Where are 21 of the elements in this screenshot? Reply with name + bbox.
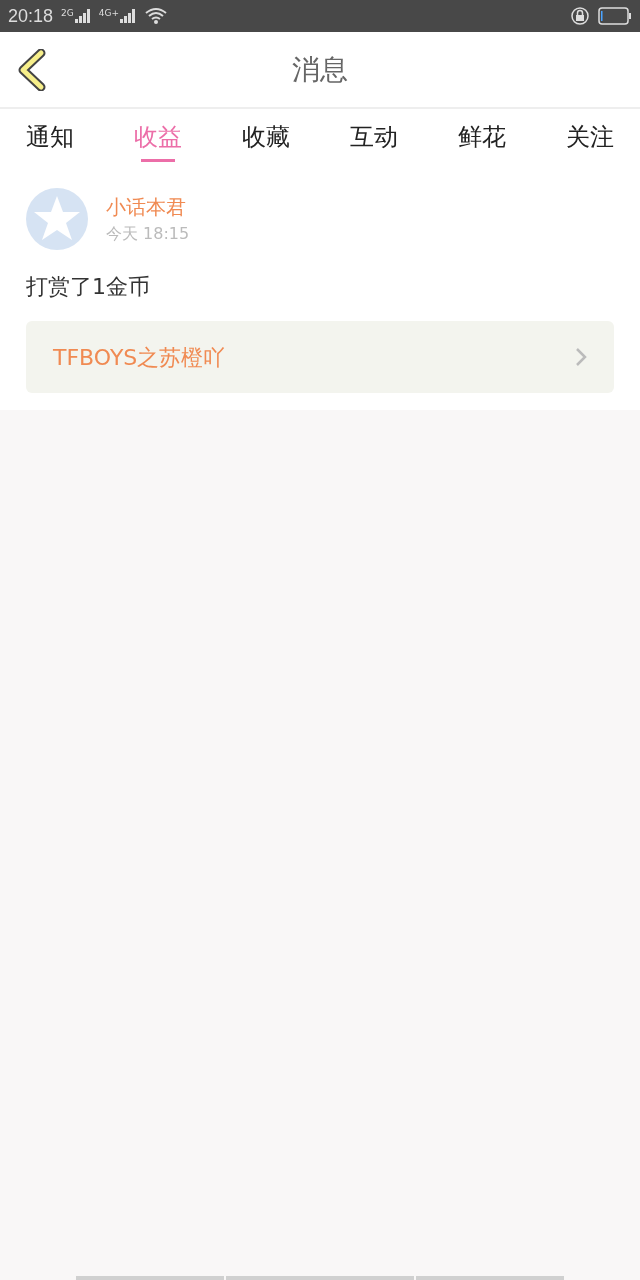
signal-icon [74, 9, 91, 23]
tab[interactable]: 收藏 [242, 119, 290, 162]
network-label: 2G [61, 9, 74, 18]
status-time: 20:18 [8, 4, 54, 28]
page-title: 消息 [292, 51, 348, 88]
tab[interactable]: 关注 [566, 119, 614, 162]
network-label: 4G+ [98, 9, 119, 18]
battery-icon [598, 7, 632, 25]
avatar-icon [26, 188, 88, 250]
back-icon [17, 48, 47, 91]
tab[interactable]: 鲜花 [458, 119, 506, 162]
tab[interactable]: 通知 [26, 119, 74, 162]
message-time: 今天 18:15 [106, 223, 190, 245]
signal-icon [120, 9, 136, 23]
chevron-right-icon [575, 347, 587, 367]
back-button[interactable] [16, 47, 48, 92]
tab[interactable]: 互动 [350, 119, 398, 162]
wifi-icon [144, 7, 168, 25]
user-name: 小话本君 [106, 194, 187, 221]
message-text: 打赏了1金币 [26, 273, 151, 301]
lock-rotation-icon [570, 6, 590, 26]
